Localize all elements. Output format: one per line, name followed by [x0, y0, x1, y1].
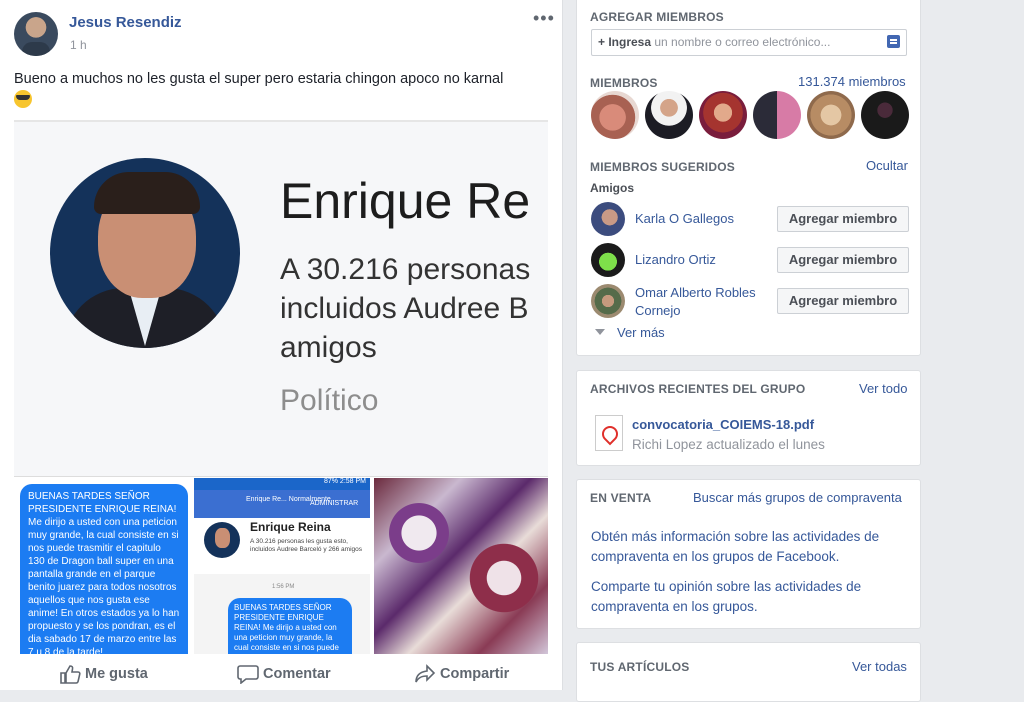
post-thumbnail-message[interactable]: BUENAS TARDES SEÑOR PRESIDENTE ENRIQUE R… — [14, 478, 190, 654]
see-all-files-link[interactable]: Ver todo — [859, 381, 907, 396]
post-text: Bueno a muchos no les gusta el super per… — [14, 68, 554, 112]
add-member-button[interactable]: Agregar miembro — [777, 206, 909, 232]
group-post: Jesus Resendiz 1 h ••• Bueno a muchos no… — [0, 0, 563, 690]
for-sale-title: EN VENTA — [590, 491, 652, 505]
message-icon[interactable] — [887, 35, 900, 48]
suggested-avatar[interactable] — [591, 284, 625, 318]
feedback-link[interactable]: Comparte tu opinión sobre las actividade… — [591, 577, 911, 617]
share-button[interactable]: Compartir — [415, 664, 510, 683]
phone-page-sub: A 30.216 personas les gusta esto, inclui… — [250, 538, 363, 553]
suggested-avatar[interactable] — [591, 243, 625, 277]
sunglasses-emoji-icon — [14, 90, 32, 108]
phone-message-bubble: BUENAS TARDES SEÑOR PRESIDENTE ENRIQUE R… — [228, 598, 352, 654]
recent-files-card: ARCHIVOS RECIENTES DEL GRUPO Ver todo co… — [576, 370, 921, 466]
like-label: Me gusta — [85, 666, 148, 682]
post-time[interactable]: 1 h — [70, 38, 87, 52]
share-icon — [415, 664, 436, 683]
page-likes-line-3: amigos — [280, 331, 377, 364]
for-sale-card: EN VENTA Buscar más grupos de compravent… — [576, 479, 921, 629]
see-more-link[interactable]: Ver más — [617, 325, 665, 340]
message-bubble: BUENAS TARDES SEÑOR PRESIDENTE ENRIQUE R… — [20, 484, 188, 654]
add-member-input[interactable]: + Ingresa un nombre o correo electrónico… — [591, 29, 907, 56]
post-main-image[interactable]: Enrique Re A 30.216 personas incluidos A… — [14, 120, 548, 477]
add-member-button[interactable]: Agregar miembro — [777, 288, 909, 314]
comment-icon — [237, 665, 259, 684]
member-avatar[interactable] — [861, 91, 909, 139]
hide-suggestions-link[interactable]: Ocultar — [866, 158, 908, 173]
post-actions: Me gusta Comentar Compartir — [0, 656, 562, 690]
member-avatar[interactable] — [645, 91, 693, 139]
page-category: Político — [280, 384, 379, 417]
members-card: AGREGAR MIEMBROS + Ingresa un nombre o c… — [576, 0, 921, 356]
post-thumbnail-anime[interactable] — [374, 478, 548, 654]
post-options-icon[interactable]: ••• — [533, 8, 555, 29]
add-members-title: AGREGAR MIEMBROS — [590, 10, 724, 24]
find-buy-sell-groups-link[interactable]: Buscar más grupos de compraventa — [693, 490, 902, 505]
members-title: MIEMBROS — [590, 76, 658, 90]
member-avatar[interactable] — [699, 91, 747, 139]
page-name: Enrique Re — [280, 173, 531, 229]
file-meta: Richi Lopez actualizado el lunes — [632, 437, 825, 452]
add-member-placeholder-bold: + Ingresa — [598, 35, 652, 49]
comment-label: Comentar — [263, 666, 331, 682]
suggested-name[interactable]: Lizandro Ortiz — [635, 251, 716, 269]
pdf-file-icon[interactable] — [595, 415, 623, 451]
page-right-margin — [930, 0, 1024, 690]
recent-files-title: ARCHIVOS RECIENTES DEL GRUPO — [590, 382, 806, 396]
phone-page-name: Enrique Reina — [250, 520, 331, 534]
post-text-content: Bueno a muchos no les gusta el super per… — [14, 71, 504, 87]
post-thumbnail-phone[interactable]: 87% 2:58 PM Enrique Re... Normalmente...… — [194, 478, 370, 654]
post-author[interactable]: Jesus Resendiz — [69, 14, 182, 31]
page-likes-line-1: A 30.216 personas — [280, 253, 531, 286]
member-avatar[interactable] — [753, 91, 801, 139]
share-label: Compartir — [440, 666, 510, 682]
suggested-members-title: MIEMBROS SUGERIDOS — [590, 160, 735, 174]
add-member-placeholder: un nombre o correo electrónico... — [651, 35, 831, 49]
members-count-link[interactable]: 131.374 miembros — [798, 74, 906, 89]
suggested-name[interactable]: Karla O Gallegos — [635, 210, 734, 228]
suggested-avatar[interactable] — [591, 202, 625, 236]
page-likes-text: A 30.216 personas incluidos Audree B ami… — [280, 250, 530, 367]
chevron-down-icon[interactable] — [595, 329, 605, 335]
page-likes-line-2: incluidos Audree B — [280, 292, 529, 325]
add-member-button[interactable]: Agregar miembro — [777, 247, 909, 273]
phone-page-avatar — [204, 522, 240, 558]
thumbs-up-icon — [60, 665, 81, 684]
friends-subtitle: Amigos — [590, 181, 635, 195]
suggested-name[interactable]: Omar Alberto Robles Cornejo — [635, 284, 775, 320]
phone-admin-label: ADMINISTRAR — [310, 500, 359, 507]
your-items-title: TUS ARTÍCULOS — [590, 660, 690, 674]
phone-message-time: 1:56 PM — [272, 584, 295, 590]
member-avatar[interactable] — [807, 91, 855, 139]
author-avatar[interactable] — [14, 12, 58, 56]
comment-button[interactable]: Comentar — [237, 665, 331, 684]
like-button[interactable]: Me gusta — [60, 665, 148, 684]
phone-page-card: Enrique Reina A 30.216 personas les gust… — [194, 518, 370, 574]
learn-more-link[interactable]: Obtén más información sobre las activida… — [591, 527, 911, 567]
phone-status-bar: 87% 2:58 PM — [194, 478, 370, 490]
politician-portrait — [50, 158, 240, 348]
member-avatar[interactable] — [591, 91, 639, 139]
see-all-items-link[interactable]: Ver todas — [852, 659, 907, 674]
phone-header: Enrique Re... Normalmente... ADMINISTRAR — [194, 490, 370, 518]
file-name-link[interactable]: convocatoria_COIEMS-18.pdf — [632, 417, 814, 432]
portrait-hair — [94, 172, 200, 214]
your-items-card: TUS ARTÍCULOS Ver todas — [576, 642, 921, 702]
